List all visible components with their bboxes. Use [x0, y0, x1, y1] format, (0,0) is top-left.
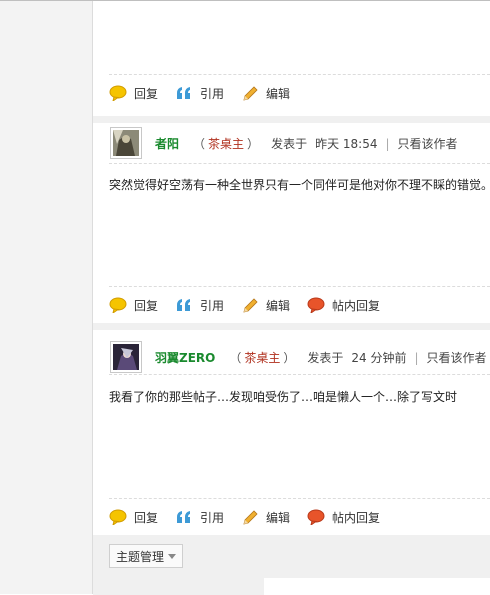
- post-actions: 回复 引用 编辑 帖内回复: [109, 295, 397, 315]
- edit-label: 编辑: [266, 298, 291, 313]
- topic-manage-dropdown[interactable]: 主题管理: [109, 544, 184, 568]
- chevron-down-icon: [168, 553, 177, 559]
- pipe-separator: |: [385, 136, 390, 151]
- paren-open: （: [229, 351, 242, 365]
- avatar[interactable]: [110, 341, 142, 373]
- topic-manage-label: 主题管理: [116, 549, 165, 564]
- divider: [109, 74, 490, 75]
- only-author-link[interactable]: 只看该作者: [398, 135, 458, 152]
- avatar[interactable]: [110, 127, 142, 159]
- reply-button[interactable]: 回复: [109, 85, 159, 103]
- thread-content: 回复 引用 编辑 者阳 （ 茶桌主 ） 发表于 昨天 18:54 | 只看该作者…: [93, 1, 490, 595]
- pipe-separator: |: [414, 350, 419, 365]
- inline-reply-label: 帖内回复: [332, 510, 381, 525]
- post-separator: [93, 323, 490, 330]
- speech-bubble-icon: [307, 297, 325, 315]
- quote-button[interactable]: 引用: [175, 85, 224, 102]
- reply-icon: [109, 297, 127, 315]
- quote-label: 引用: [200, 298, 225, 313]
- posted-label: 发表于: [271, 137, 308, 151]
- post-actions: 回复 引用 编辑: [109, 83, 307, 103]
- edit-button[interactable]: 编辑: [241, 85, 290, 102]
- speech-bubble-icon: [307, 509, 325, 527]
- divider: [109, 498, 490, 499]
- reply-label: 回复: [134, 86, 159, 101]
- user-role: 茶桌主: [208, 137, 245, 151]
- author-line: 者阳 （ 茶桌主 ） 发表于 昨天 18:54 | 只看该作者: [155, 135, 458, 152]
- author-line: 羽翼ZERO （ 茶桌主 ） 发表于 24 分钟前 | 只看该作者: [155, 349, 487, 366]
- author-name[interactable]: 羽翼ZERO: [155, 349, 215, 366]
- quote-label: 引用: [200, 86, 225, 101]
- posted-time: 昨天 18:54: [315, 137, 378, 151]
- user-role: 茶桌主: [244, 351, 281, 365]
- posted-label: 发表于: [307, 351, 344, 365]
- post-actions: 回复 引用 编辑 帖内回复: [109, 507, 397, 527]
- quote-button[interactable]: 引用: [175, 297, 224, 314]
- post-body: 我看了你的那些帖子…发现咱受伤了…咱是懒人一个…除了写文时: [109, 390, 458, 404]
- edit-button[interactable]: 编辑: [241, 297, 290, 314]
- post-separator: [93, 116, 490, 123]
- divider: [109, 163, 490, 164]
- inline-reply-button[interactable]: 帖内回复: [307, 509, 381, 527]
- inline-reply-button[interactable]: 帖内回复: [307, 297, 381, 315]
- reply-label: 回复: [134, 510, 159, 525]
- pencil-icon: [241, 509, 259, 525]
- pencil-icon: [241, 85, 259, 101]
- post-body: 突然觉得好空荡有一种全世界只有一个同伴可是他对你不理不睬的错觉。: [109, 178, 490, 192]
- quote-button[interactable]: 引用: [175, 509, 224, 526]
- divider: [109, 374, 490, 375]
- post-header: 羽翼ZERO （ 茶桌主 ） 发表于 24 分钟前 | 只看该作者: [109, 341, 490, 375]
- divider: [109, 286, 490, 287]
- reply-button[interactable]: 回复: [109, 297, 159, 315]
- quote-icon: [175, 85, 193, 101]
- author-name[interactable]: 者阳: [155, 135, 179, 152]
- only-author-link[interactable]: 只看该作者: [427, 349, 487, 366]
- reply-icon: [109, 85, 127, 103]
- edit-label: 编辑: [266, 510, 291, 525]
- reply-label: 回复: [134, 298, 159, 313]
- bottom-panel: [264, 578, 490, 595]
- pencil-icon: [241, 297, 259, 313]
- reply-button[interactable]: 回复: [109, 509, 159, 527]
- quote-label: 引用: [200, 510, 225, 525]
- paren-close: ）: [247, 137, 260, 151]
- quote-icon: [175, 509, 193, 525]
- left-sidebar: [0, 1, 93, 594]
- paren-open: （: [193, 137, 206, 151]
- quote-icon: [175, 297, 193, 313]
- edit-label: 编辑: [266, 86, 291, 101]
- posted-time: 24 分钟前: [351, 351, 407, 365]
- reply-icon: [109, 509, 127, 527]
- edit-button[interactable]: 编辑: [241, 509, 290, 526]
- inline-reply-label: 帖内回复: [332, 298, 381, 313]
- post-header: 者阳 （ 茶桌主 ） 发表于 昨天 18:54 | 只看该作者: [109, 127, 490, 161]
- paren-close: ）: [283, 351, 296, 365]
